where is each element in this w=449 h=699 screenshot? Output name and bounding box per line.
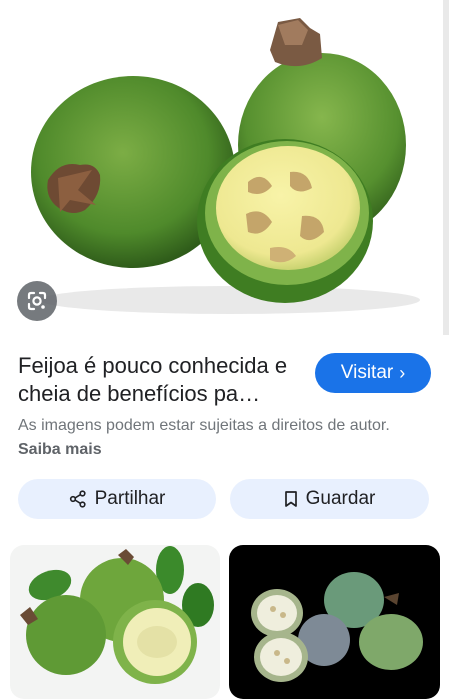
chevron-right-icon: ›	[399, 363, 406, 383]
visit-button[interactable]: Visitar ›	[315, 353, 431, 393]
bookmark-icon	[284, 491, 297, 507]
share-icon	[69, 490, 86, 508]
google-lens-icon	[27, 291, 47, 311]
save-button[interactable]: Guardar	[230, 479, 429, 519]
visit-label: Visitar	[340, 362, 394, 383]
main-image[interactable]	[0, 0, 443, 335]
feijoa-thumbnail	[20, 546, 214, 684]
share-label: Partilhar	[94, 488, 166, 509]
copyright-text: As imagens podem estar sujeitas a direit…	[18, 417, 390, 434]
related-image-2[interactable]	[229, 545, 440, 699]
feijoa-thumbnail	[251, 572, 423, 682]
save-label: Guardar	[305, 488, 376, 509]
lens-button[interactable]	[17, 281, 57, 321]
share-button[interactable]: Partilhar	[18, 479, 216, 519]
copyright-notice: As imagens podem estar sujeitas a direit…	[18, 414, 398, 462]
result-title[interactable]: Feijoa é pouco conhecida e cheia de bene…	[18, 352, 303, 408]
feijoa-image	[31, 18, 420, 314]
related-image-1[interactable]	[10, 545, 220, 699]
learn-more-link[interactable]: Saiba mais	[18, 441, 102, 458]
scrollbar[interactable]	[443, 0, 449, 335]
